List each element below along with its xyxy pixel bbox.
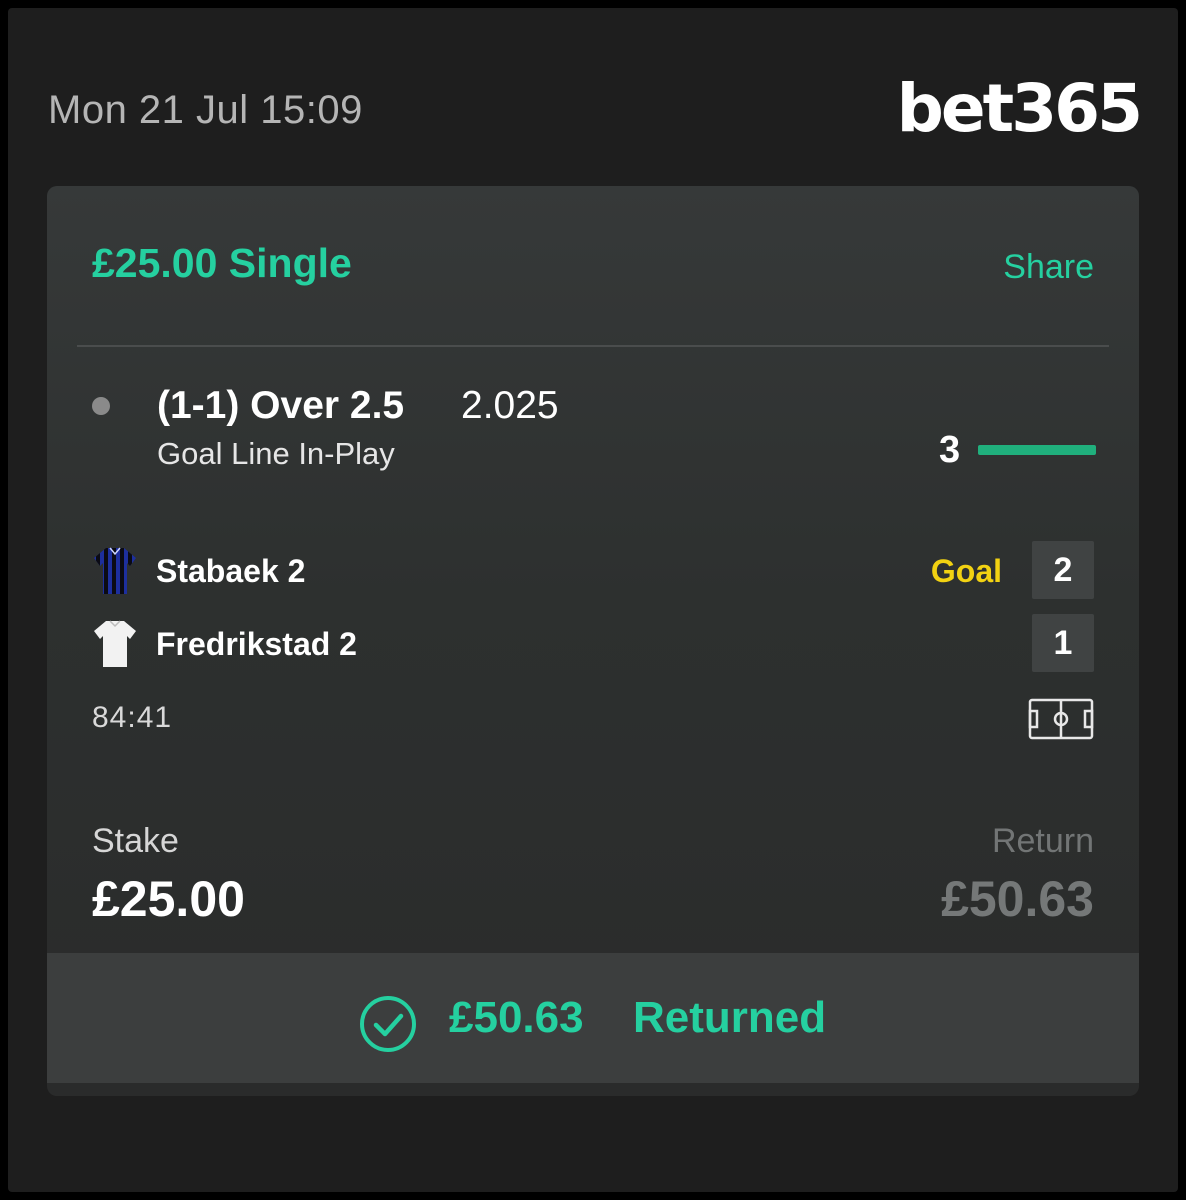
return-label: Return bbox=[991, 822, 1094, 860]
bet-datetime: Mon 21 Jul 15:09 bbox=[48, 88, 363, 132]
pitch-icon[interactable] bbox=[1028, 698, 1094, 740]
bet-receipt-screen: Mon 21 Jul 15:09 bet365 £25.00 Single Sh… bbox=[8, 8, 1178, 1192]
selection-odds: 2.025 bbox=[461, 384, 559, 427]
stake-value: £25.00 bbox=[92, 871, 245, 927]
market-name: Goal Line In-Play bbox=[157, 436, 395, 471]
goal-line-progress-bar bbox=[978, 445, 1096, 455]
bet-title: £25.00 Single bbox=[92, 240, 352, 286]
goal-count: 3 bbox=[939, 429, 961, 471]
returned-banner[interactable]: £50.63 Returned bbox=[47, 953, 1139, 1083]
team-row-away: Fredrikstad 2 1 bbox=[92, 614, 1094, 674]
goal-event-label: Goal bbox=[930, 553, 1002, 589]
selection-name: (1-1) Over 2.5 bbox=[157, 384, 405, 427]
divider bbox=[77, 345, 1109, 347]
team-row-home: Stabaek 2 Goal 2 bbox=[92, 541, 1094, 601]
returned-amount: £50.63 bbox=[449, 993, 584, 1042]
selection-status-dot bbox=[92, 397, 110, 415]
away-score: 1 bbox=[1032, 614, 1094, 672]
check-circle-icon bbox=[360, 996, 416, 1052]
return-value: £50.63 bbox=[941, 871, 1094, 927]
white-shirt-icon bbox=[94, 620, 136, 667]
returned-label: Returned bbox=[633, 993, 827, 1042]
striped-blue-shirt-icon bbox=[94, 547, 136, 594]
away-team-name: Fredrikstad 2 bbox=[156, 626, 357, 662]
bet-card: £25.00 Single Share (1-1) Over 2.5 2.025… bbox=[47, 186, 1139, 1096]
home-team-name: Stabaek 2 bbox=[156, 553, 306, 589]
share-button[interactable]: Share bbox=[1003, 248, 1094, 287]
goal-line-progress-fill bbox=[978, 445, 1096, 455]
bet365-logo: bet365 bbox=[896, 70, 1143, 147]
match-clock: 84:41 bbox=[92, 701, 173, 734]
home-score: 2 bbox=[1032, 541, 1094, 599]
stake-label: Stake bbox=[92, 822, 179, 860]
